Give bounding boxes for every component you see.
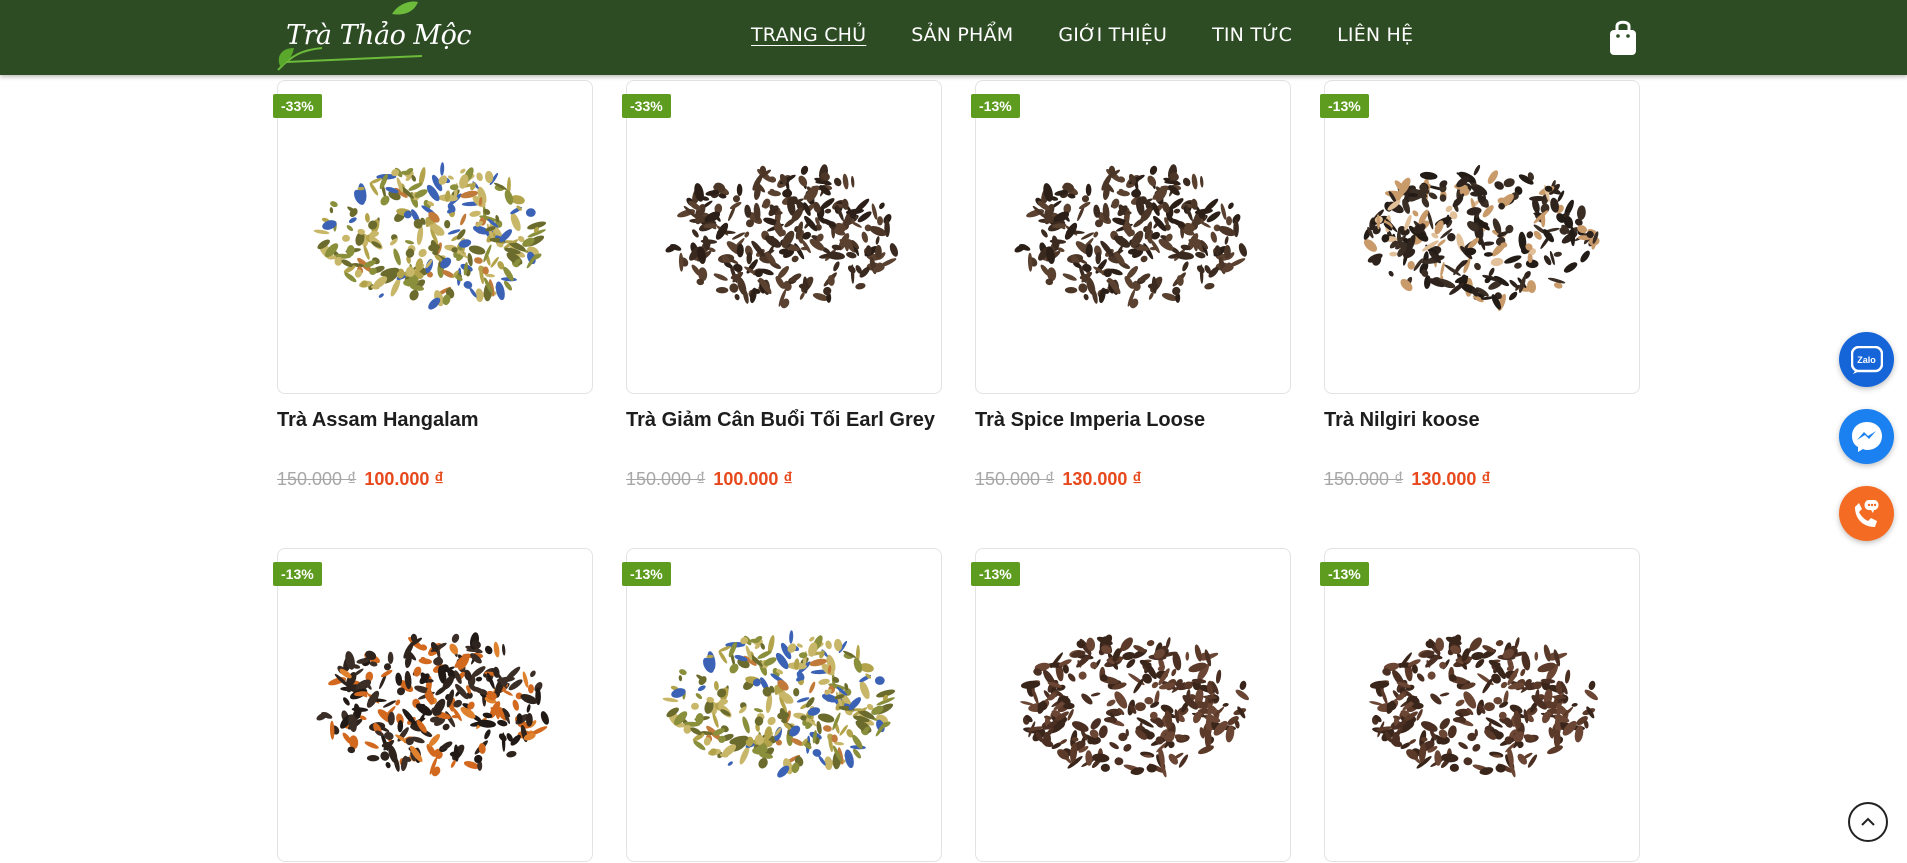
tea-leaves-image [316, 632, 549, 777]
phone-icon [1854, 499, 1878, 527]
product-card[interactable]: -13% [622, 548, 942, 862]
product-image[interactable] [975, 548, 1291, 862]
old-price: 150.000 ₫ [277, 469, 357, 489]
nav-item-about[interactable]: GIỚI THIỆU [1058, 24, 1167, 46]
product-image[interactable] [277, 80, 593, 394]
product-card[interactable]: -13% Trà Spice Imperia Loose 150.000 ₫ 130.… [971, 80, 1291, 489]
product-image[interactable] [626, 548, 942, 862]
tea-leaves-image [662, 630, 896, 778]
product-card[interactable]: -13% [1320, 548, 1640, 862]
product-image[interactable] [626, 80, 942, 394]
discount-badge: -13% [1320, 562, 1369, 586]
zalo-button[interactable]: Zalo [1839, 332, 1894, 387]
sale-price: 100.000 ₫ [713, 469, 793, 489]
product-title[interactable]: Trà Nilgiri koose [1324, 409, 1480, 432]
nav-item-home[interactable]: TRANG CHỦ [751, 24, 866, 46]
messenger-button[interactable] [1839, 409, 1894, 464]
main-nav: TRANG CHỦ SẢN PHẨM GIỚI THIỆU TIN TỨC LI… [751, 24, 1458, 46]
tea-leaves-image [313, 162, 547, 310]
discount-badge: -13% [1320, 94, 1369, 118]
product-image[interactable] [1324, 548, 1640, 862]
tea-leaves-image [1363, 164, 1600, 311]
product-image[interactable] [1324, 80, 1640, 394]
messenger-icon [1851, 421, 1882, 452]
nav-item-news[interactable]: TIN TỨC [1212, 24, 1292, 46]
product-card[interactable]: -33% Trà Assam Hangalam 150.000 ₫ 100.000 ₫ [273, 80, 593, 489]
discount-badge: -13% [971, 94, 1020, 118]
product-card[interactable]: -13% [273, 548, 593, 862]
product-price: 150.000 ₫ 100.000 ₫ [626, 469, 793, 490]
old-price: 150.000 ₫ [626, 469, 706, 489]
product-title[interactable]: Trà Spice Imperia Loose [975, 409, 1205, 432]
sale-price: 130.000 ₫ [1062, 469, 1142, 489]
product-card[interactable]: -13% [971, 548, 1291, 862]
tea-leaves-image [1014, 164, 1247, 309]
scroll-to-top-button[interactable] [1848, 802, 1888, 842]
tea-leaves-image [1369, 634, 1598, 778]
nav-item-contact[interactable]: LIÊN HỆ [1337, 24, 1413, 46]
product-title[interactable]: Trà Assam Hangalam [277, 409, 479, 432]
tea-leaves-image [1020, 634, 1249, 778]
old-price: 150.000 ₫ [975, 469, 1055, 489]
product-title[interactable]: Trà Giảm Cân Buổi Tối Earl Grey [626, 409, 935, 432]
product-card[interactable]: -33% Trà Giảm Cân Buổi Tối Earl Grey 150.0… [622, 80, 942, 489]
sale-price: 100.000 ₫ [364, 469, 444, 489]
sale-price: 130.000 ₫ [1411, 469, 1491, 489]
nav-item-products[interactable]: SẢN PHẨM [911, 24, 1013, 46]
tea-leaves-image [665, 164, 898, 309]
discount-badge: -13% [273, 562, 322, 586]
logo-text: Trà Thảo Mộc [286, 20, 471, 51]
product-card[interactable]: -13% Trà Nilgiri koose 150.000 ₫ 130.000 ₫ [1320, 80, 1640, 489]
product-image[interactable] [975, 80, 1291, 394]
site-header: Trà Thảo Mộc TRANG CHỦ SẢN PHẨM GIỚI THI… [0, 0, 1907, 75]
phone-button[interactable] [1839, 486, 1894, 541]
discount-badge: -13% [622, 562, 671, 586]
shopping-bag-icon[interactable] [1609, 18, 1637, 56]
discount-badge: -33% [622, 94, 671, 118]
zalo-label: Zalo [1857, 354, 1876, 365]
product-price: 150.000 ₫ 130.000 ₫ [975, 469, 1142, 490]
product-price: 150.000 ₫ 100.000 ₫ [277, 469, 444, 490]
discount-badge: -33% [273, 94, 322, 118]
product-image[interactable] [277, 548, 593, 862]
old-price: 150.000 ₫ [1324, 469, 1404, 489]
site-logo[interactable]: Trà Thảo Mộc [272, 0, 471, 74]
discount-badge: -13% [971, 562, 1020, 586]
product-price: 150.000 ₫ 130.000 ₫ [1324, 469, 1491, 490]
chevron-up-icon [1861, 817, 1875, 826]
